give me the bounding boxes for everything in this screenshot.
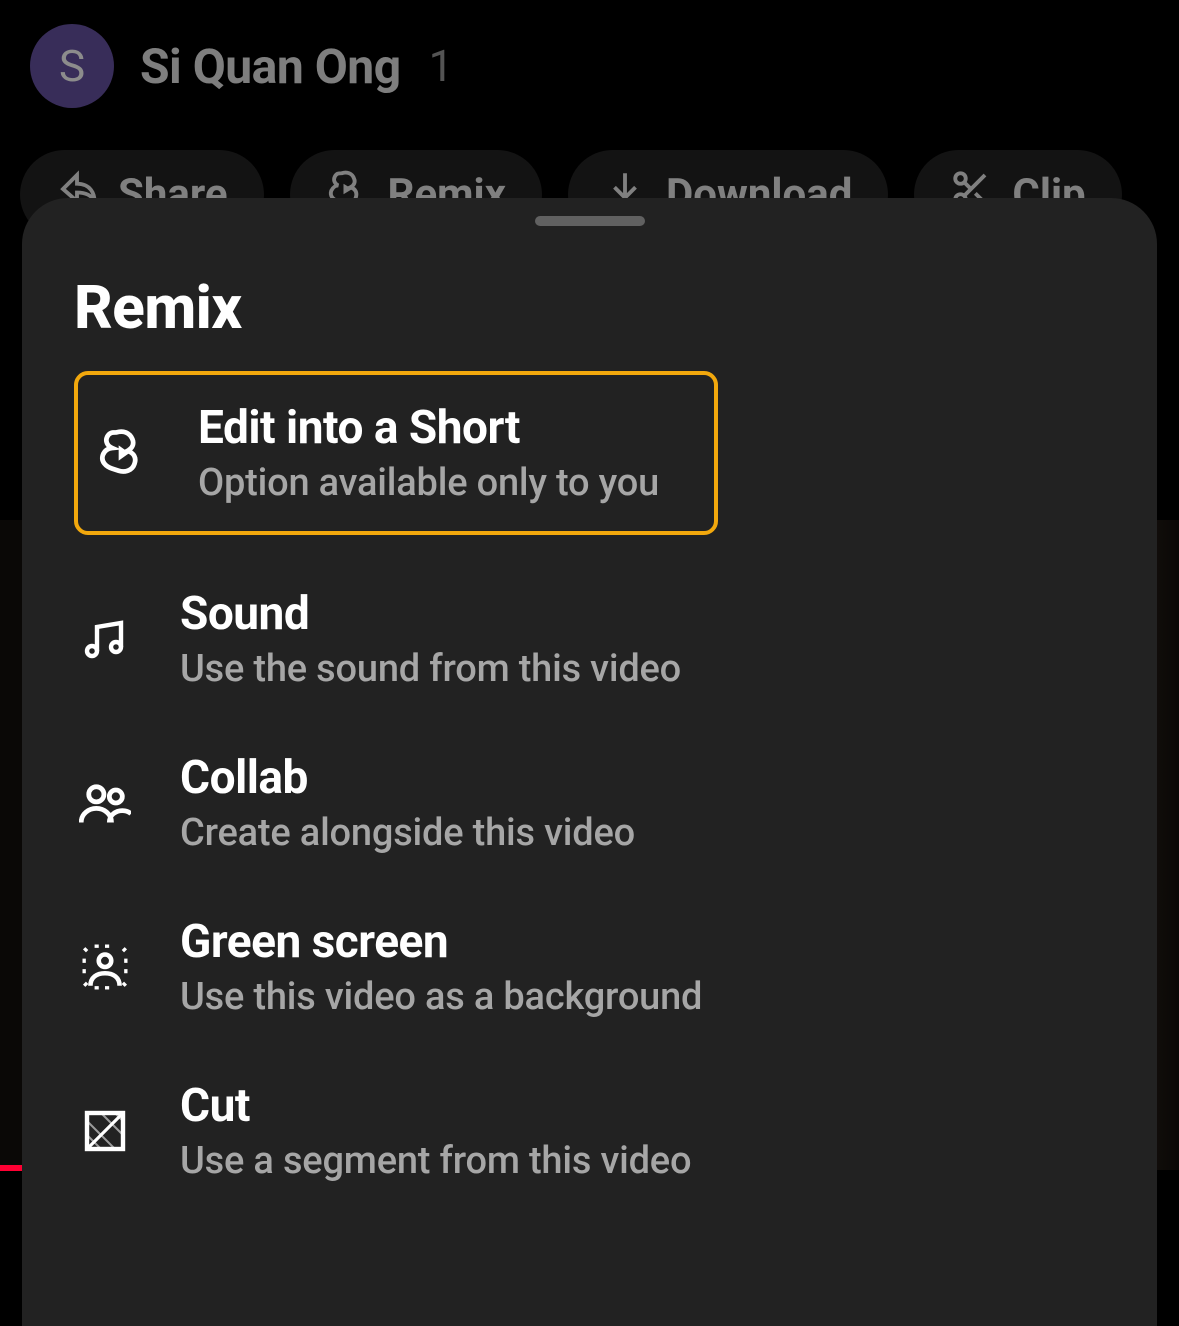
option-title: Collab (180, 751, 635, 805)
channel-name: Si Quan Ong (140, 38, 401, 95)
option-sound[interactable]: Sound Use the sound from this video (22, 557, 1157, 721)
option-subtitle: Use a segment from this video (180, 1139, 691, 1183)
option-cut[interactable]: Cut Use a segment from this video (22, 1049, 1157, 1213)
option-title: Green screen (180, 915, 702, 969)
option-text: Green screen Use this video as a backgro… (180, 915, 702, 1019)
option-title: Edit into a Short (198, 401, 659, 455)
option-title: Cut (180, 1079, 691, 1133)
channel-subscriber-count: 1 (429, 40, 454, 92)
sheet-grabber[interactable] (535, 216, 645, 226)
option-green-screen[interactable]: Green screen Use this video as a backgro… (22, 885, 1157, 1049)
green-screen-icon (74, 936, 136, 998)
avatar-initial: S (59, 40, 85, 92)
option-text: Cut Use a segment from this video (180, 1079, 691, 1183)
option-subtitle: Use this video as a background (180, 975, 702, 1019)
channel-header[interactable]: S Si Quan Ong 1 (30, 24, 453, 108)
remix-bottom-sheet: Remix Edit into a Short Option available… (22, 198, 1157, 1326)
avatar[interactable]: S (30, 24, 114, 108)
shorts-icon (92, 422, 154, 484)
option-text: Edit into a Short Option available only … (198, 401, 659, 505)
cut-icon (74, 1100, 136, 1162)
option-text: Collab Create alongside this video (180, 751, 635, 855)
remix-options-list: Edit into a Short Option available only … (22, 361, 1157, 1213)
option-collab[interactable]: Collab Create alongside this video (22, 721, 1157, 885)
option-text: Sound Use the sound from this video (180, 587, 681, 691)
sheet-title: Remix (22, 258, 1157, 361)
music-icon (74, 608, 136, 670)
option-subtitle: Option available only to you (198, 461, 659, 505)
option-subtitle: Use the sound from this video (180, 647, 681, 691)
people-icon (74, 772, 136, 834)
option-subtitle: Create alongside this video (180, 811, 635, 855)
option-title: Sound (180, 587, 681, 641)
option-edit-into-short[interactable]: Edit into a Short Option available only … (74, 371, 718, 535)
